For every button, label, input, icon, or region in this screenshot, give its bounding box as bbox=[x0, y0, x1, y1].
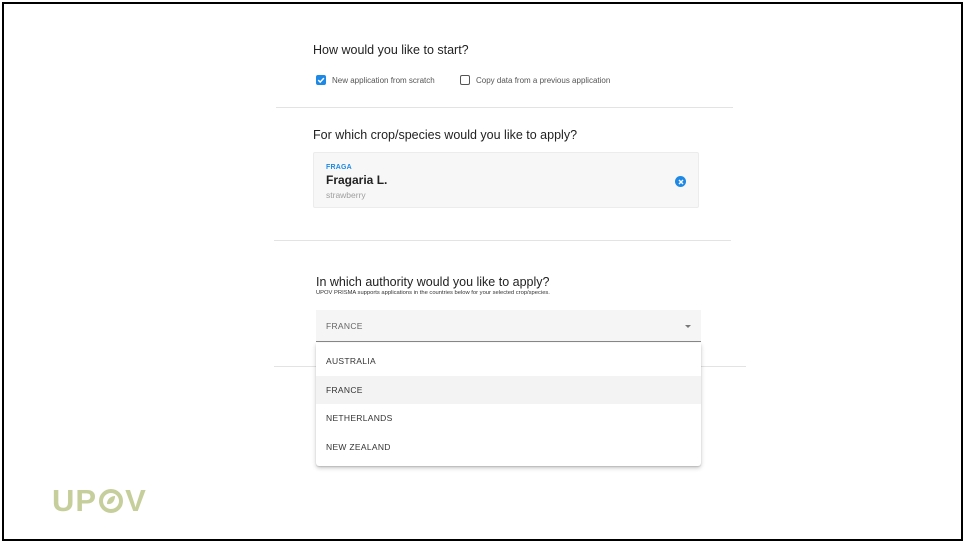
divider bbox=[274, 240, 731, 241]
dropdown-arrow-icon[interactable] bbox=[685, 325, 691, 328]
seed-o-icon bbox=[99, 489, 124, 513]
close-icon bbox=[678, 179, 683, 184]
clear-crop-button[interactable] bbox=[675, 176, 686, 187]
crop-question: For which crop/species would you like to… bbox=[313, 128, 578, 142]
option-new-application[interactable]: New application from scratch bbox=[316, 75, 435, 85]
crop-name: Fragaria L. bbox=[326, 173, 388, 187]
option-copy-label: Copy data from a previous application bbox=[476, 75, 611, 85]
logo-text-right: V bbox=[125, 483, 147, 518]
checkbox-checked-icon[interactable] bbox=[316, 75, 326, 85]
authority-question: In which authority would you like to app… bbox=[316, 275, 550, 289]
menu-item-france[interactable]: FRANCE bbox=[316, 375, 701, 404]
authority-subtitle: UPOV PRISMA supports applications in the… bbox=[316, 290, 550, 296]
menu-item-new-zealand[interactable]: NEW ZEALAND bbox=[316, 433, 701, 462]
authority-select[interactable]: FRANCE bbox=[316, 310, 701, 342]
menu-item-netherlands[interactable]: NETHERLANDS bbox=[316, 404, 701, 433]
authority-selected-value: FRANCE bbox=[326, 321, 363, 331]
crop-common-name: strawberry bbox=[326, 190, 366, 200]
selected-crop-card: FRAGA Fragaria L. strawberry bbox=[313, 152, 699, 208]
upov-logo: UP V bbox=[52, 483, 147, 519]
checkbox-unchecked-icon[interactable] bbox=[460, 75, 470, 85]
authority-dropdown-menu: AUSTRALIA FRANCE NETHERLANDS NEW ZEALAND bbox=[316, 343, 701, 466]
menu-item-australia[interactable]: AUSTRALIA bbox=[316, 347, 701, 376]
option-copy-application[interactable]: Copy data from a previous application bbox=[460, 75, 610, 85]
divider bbox=[276, 107, 733, 108]
option-new-label: New application from scratch bbox=[332, 75, 435, 85]
start-question: How would you like to start? bbox=[313, 43, 469, 57]
logo-text-left: UP bbox=[52, 483, 98, 518]
crop-code: FRAGA bbox=[326, 164, 352, 171]
